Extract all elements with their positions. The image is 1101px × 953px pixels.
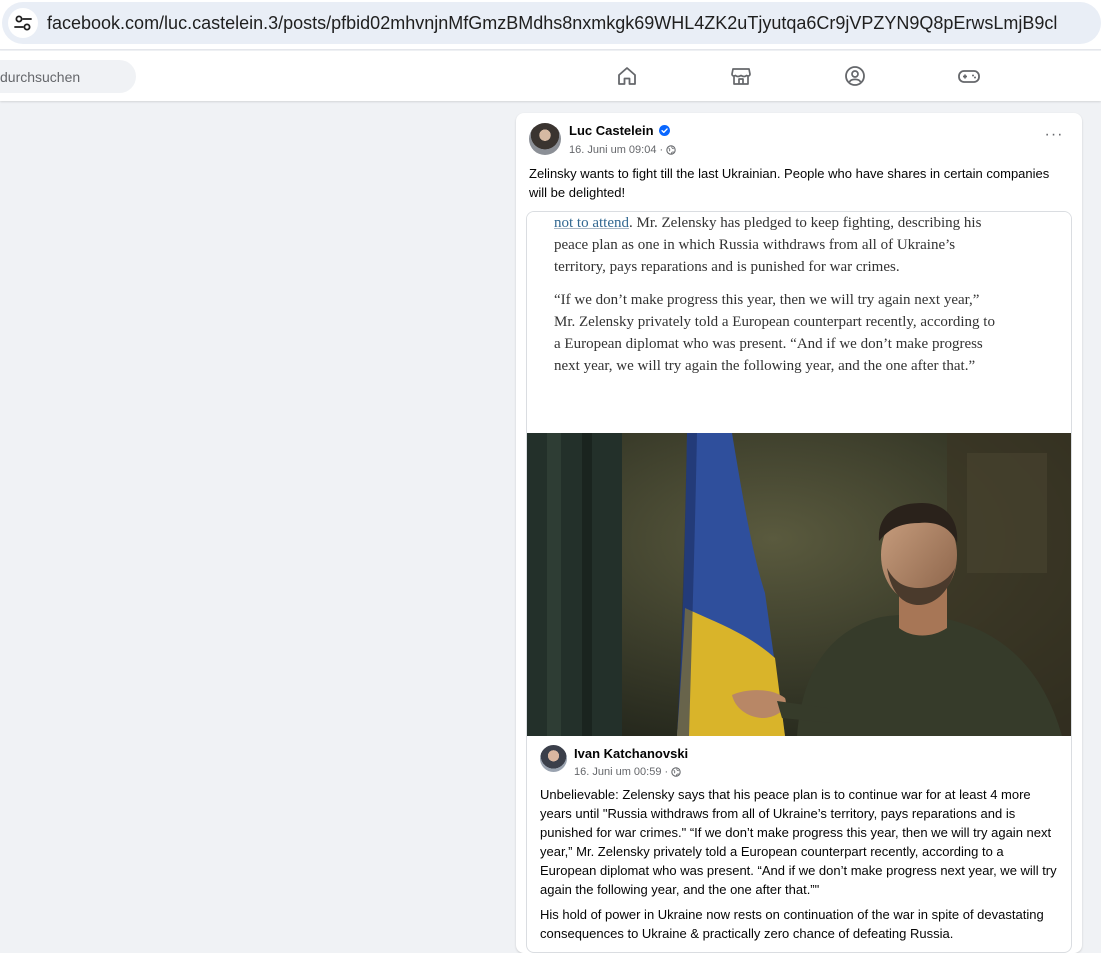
verified-badge-icon [658,125,670,136]
groups-icon[interactable] [842,63,868,89]
article-paragraph: not to attend. Mr. Zelensky has pledged … [554,212,1004,278]
original-paragraph-2: His hold of power in Ukraine now rests o… [540,907,1044,941]
original-author-avatar[interactable] [540,745,567,772]
post-card: Luc Castelein 16. Juni um 09:04 · ··· Ze… [516,113,1082,953]
original-paragraph-1: Unbelievable: Zelensky says that his pea… [540,787,1057,897]
article-screenshot: not to attend. Mr. Zelensky has pledged … [527,212,1071,433]
url-bar[interactable]: facebook.com/luc.castelein.3/posts/pfbid… [2,2,1101,44]
gaming-icon[interactable] [956,63,982,89]
search-input[interactable] [0,60,136,93]
shared-post[interactable]: not to attend. Mr. Zelensky has pledged … [526,211,1072,953]
facebook-top-nav [0,51,1101,101]
tune-icon[interactable] [8,8,38,38]
more-options-button[interactable]: ··· [1043,127,1065,148]
post-meta: 16. Juni um 09:04 · [569,144,676,156]
globe-icon [671,767,681,777]
browser-address-bar: facebook.com/luc.castelein.3/posts/pfbid… [0,0,1101,50]
url-text[interactable]: facebook.com/luc.castelein.3/posts/pfbid… [47,13,1057,34]
article-quote: “If we don’t make progress this year, th… [554,292,995,374]
original-timestamp[interactable]: 16. Juni um 00:59 · [574,766,668,778]
article-text: not to attend. Mr. Zelensky has pledged … [554,212,1004,388]
author-name[interactable]: Luc Castelein [569,123,654,138]
home-icon[interactable] [614,63,640,89]
post-timestamp[interactable]: 16. Juni um 09:04 · [569,144,663,156]
globe-icon [666,145,676,155]
original-post-text: Unbelievable: Zelensky says that his pea… [540,785,1060,949]
zelensky-photo[interactable] [527,433,1071,736]
post-author[interactable]: Luc Castelein [569,123,670,138]
original-author-name[interactable]: Ivan Katchanovski [574,746,688,761]
article-link: not to attend [554,215,629,231]
original-post-meta: 16. Juni um 00:59 · [574,766,681,778]
post-text: Zelinsky wants to fight till the last Uk… [529,166,1050,200]
author-avatar[interactable] [529,123,561,155]
marketplace-icon[interactable] [728,63,754,89]
